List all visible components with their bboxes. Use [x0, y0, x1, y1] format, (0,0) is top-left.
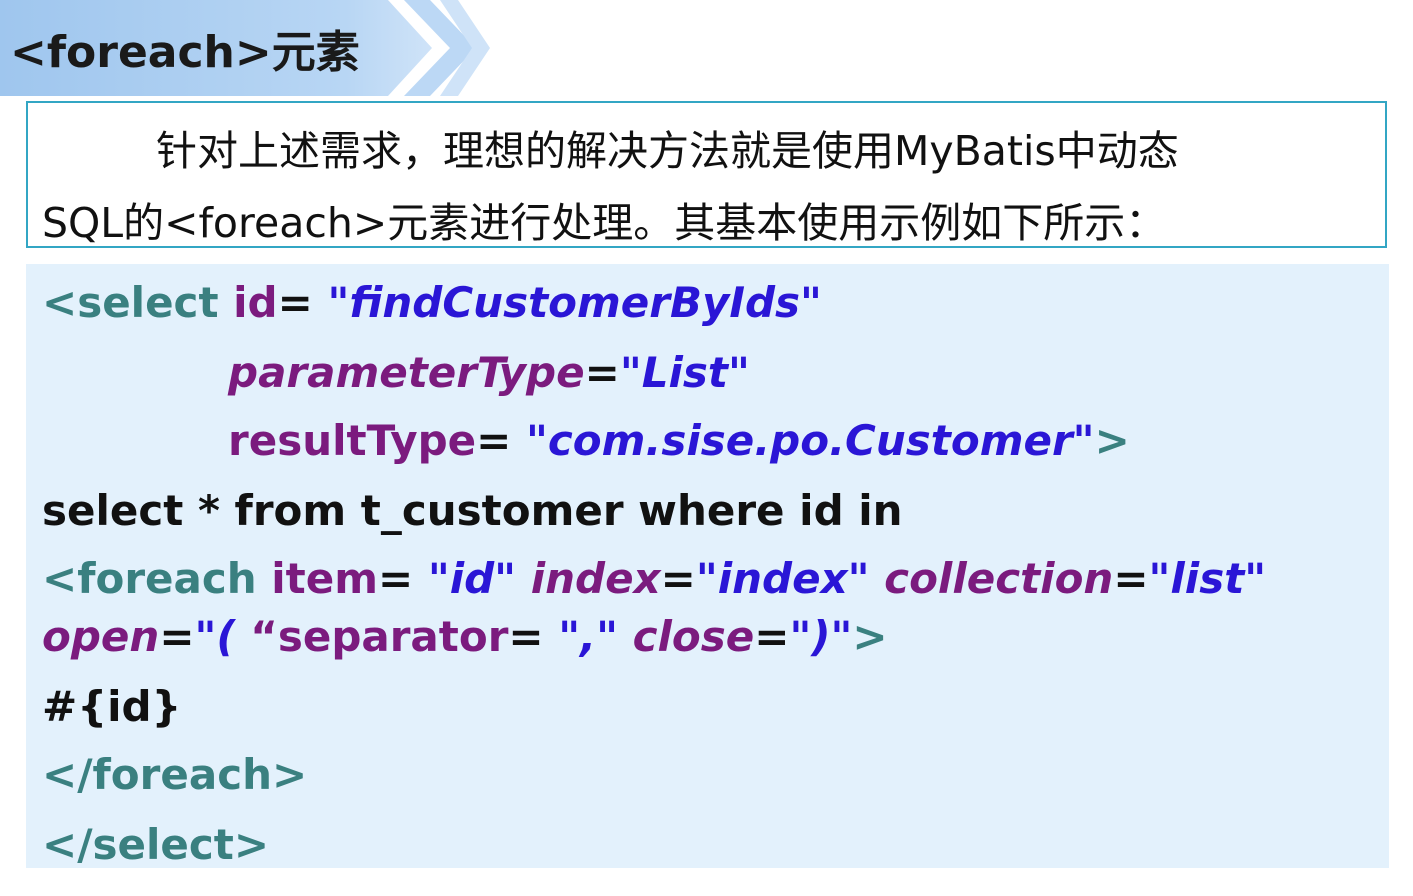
id-value: "findCustomerByIds" — [327, 278, 822, 327]
title-banner: <foreach>元素 — [0, 0, 500, 96]
foreach-close-tag: </foreach> — [42, 750, 308, 799]
select-close-tag: </select> — [42, 820, 270, 869]
equals-sign: = — [159, 612, 195, 661]
tag-close: > — [1094, 416, 1130, 465]
code-line-5: <foreach item= "id" index="index" collec… — [42, 558, 1266, 600]
resulttype-attribute: resultType — [228, 416, 477, 465]
slide: <foreach>元素 针对上述需求，理想的解决方法就是使用MyBatis中动态… — [0, 0, 1413, 896]
code-line-2: parameterType="List" — [228, 352, 750, 394]
id-attribute: id — [233, 278, 278, 327]
collection-attribute: collection — [884, 554, 1114, 603]
close-attribute: close — [632, 612, 755, 661]
separator-attribute: separator — [277, 612, 509, 661]
item-attribute: item — [271, 554, 379, 603]
code-line-7: #{id} — [42, 682, 182, 731]
equals-sign: = — [584, 348, 620, 397]
code-line-3: resultType= "com.sise.po.Customer"> — [228, 420, 1130, 462]
index-attribute: index — [530, 554, 661, 603]
foreach-open-tag: <foreach — [42, 554, 257, 603]
description-line-1: 针对上述需求，理想的解决方法就是使用MyBatis中动态 — [156, 127, 1179, 175]
description-box: 针对上述需求，理想的解决方法就是使用MyBatis中动态 SQL的<foreac… — [26, 101, 1387, 248]
quote-mark: “ — [250, 612, 278, 661]
equals-sign: = — [1113, 554, 1149, 603]
equals-sign: = — [378, 554, 414, 603]
collection-value: "list" — [1148, 554, 1267, 603]
select-open-tag: <select — [42, 278, 219, 327]
code-block: <select id= "findCustomerByIds" paramete… — [26, 264, 1389, 868]
equals-sign: = — [277, 278, 313, 327]
open-attribute: open — [42, 612, 160, 661]
description-line-2: SQL的<foreach>元素进行处理。其基本使用示例如下所示： — [42, 199, 1167, 247]
equals-sign: = — [754, 612, 790, 661]
equals-sign: = — [476, 416, 512, 465]
equals-sign: = — [660, 554, 696, 603]
code-line-4: select * from t_customer where id in — [42, 486, 903, 535]
parametertype-value: "List" — [619, 348, 750, 397]
open-value: "( — [194, 612, 236, 661]
close-value: ")" — [789, 612, 853, 661]
equals-sign: = — [508, 612, 544, 661]
separator-value: "," — [558, 612, 618, 661]
code-line-6: open="( “separator= "," close=")"> — [42, 616, 888, 658]
parametertype-attribute: parameterType — [228, 348, 585, 397]
resulttype-value: "com.sise.po.Customer" — [526, 416, 1095, 465]
item-value: "id" — [427, 554, 517, 603]
index-value: "index" — [695, 554, 870, 603]
page-title: <foreach>元素 — [10, 27, 360, 78]
tag-close: > — [852, 612, 888, 661]
code-line-1: <select id= "findCustomerByIds" — [42, 282, 822, 324]
